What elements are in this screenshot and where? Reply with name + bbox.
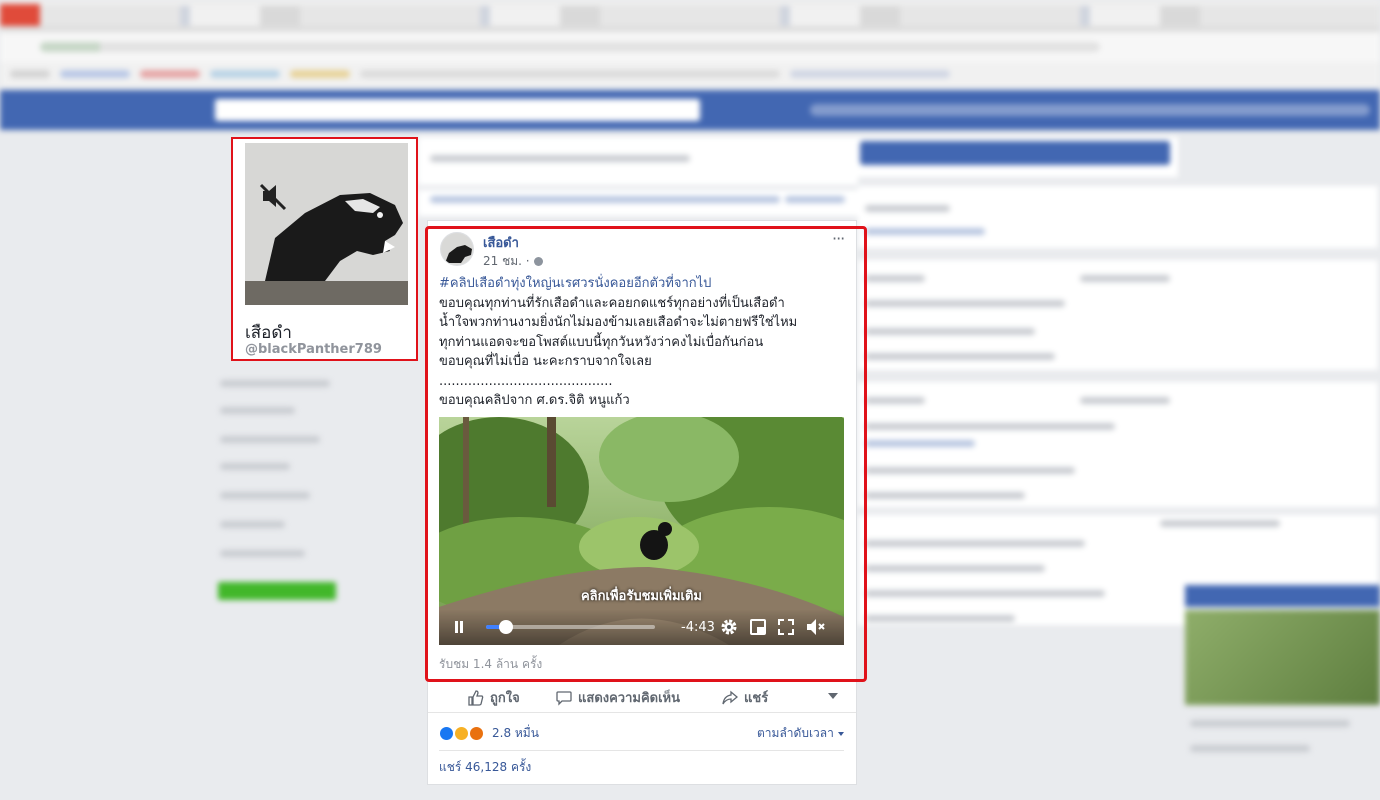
share-button[interactable]: แชร์ <box>722 687 768 708</box>
post-time[interactable]: 21 ชม. · <box>483 252 530 271</box>
post-author[interactable]: เสือดำ <box>483 232 519 253</box>
post-divider: ........................................… <box>439 373 613 389</box>
video-caption[interactable]: คลิกเพื่อรับชมเพิ่มเติม <box>439 585 844 606</box>
reaction-count: 2.8 หมื่น <box>492 726 539 740</box>
post-text: #คลิปเสือดำทุ่งใหญ่นเรศวรนั่งคอยอีกตัวที… <box>439 274 849 411</box>
browser-address-bar <box>0 32 1380 62</box>
comment-sort-dropdown[interactable]: ตามลำดับเวลา <box>757 724 844 743</box>
more-options-button[interactable]: ··· <box>832 229 845 248</box>
comment-label: แสดงความคิดเห็น <box>578 691 681 706</box>
chevron-down-icon[interactable] <box>828 693 838 699</box>
post-hashtag[interactable]: #คลิปเสือดำทุ่งใหญ่นเรศวรนั่งคอยอีกตัวที… <box>439 274 849 294</box>
video-player[interactable]: คลิกเพื่อรับชมเพิ่มเติม -4:43 <box>439 417 844 645</box>
angry-reaction-icon <box>469 726 484 741</box>
like-button[interactable]: ถูกใจ <box>468 687 520 708</box>
fullscreen-icon[interactable] <box>778 619 794 635</box>
volume-muted-icon[interactable] <box>806 618 826 636</box>
like-reaction-icon <box>439 726 454 741</box>
browser-bookmarks-bar <box>0 62 1380 88</box>
video-time-remaining: -4:43 <box>681 620 715 635</box>
post-line: ขอบคุณทุกท่านที่รักเสือดำและคอยกดแชร์ทุก… <box>439 295 785 311</box>
comment-button[interactable]: แสดงความคิดเห็น <box>556 687 680 708</box>
reactions-summary[interactable]: 2.8 หมื่น <box>439 724 539 743</box>
gear-icon[interactable] <box>720 618 738 636</box>
post-line: ขอบคุณที่ไม่เบื่อ นะคะกราบจากใจเลย <box>439 354 652 369</box>
video-progress-handle[interactable] <box>499 620 514 634</box>
pause-icon[interactable] <box>453 621 465 633</box>
divider <box>439 750 844 751</box>
picture-in-picture-icon[interactable] <box>750 619 766 635</box>
avatar[interactable] <box>440 232 474 266</box>
post-credit: ขอบคุณคลิปจาก ศ.ดร.จิติ หนูแก้ว <box>439 393 630 408</box>
sad-reaction-icon <box>454 726 469 741</box>
share-icon <box>722 690 738 704</box>
post-actions: ถูกใจ แสดงความคิดเห็น แชร์ <box>428 683 856 713</box>
like-label: ถูกใจ <box>490 691 520 706</box>
video-controls: -4:43 <box>439 609 844 645</box>
thumbs-up-icon <box>468 689 484 706</box>
comment-icon <box>556 690 572 706</box>
profile-photo[interactable] <box>245 143 408 305</box>
share-count[interactable]: แชร์ 46,128 ครั้ง <box>439 758 531 777</box>
video-progress-bar[interactable] <box>486 620 655 634</box>
view-count: รับชม 1.4 ล้าน ครั้ง <box>439 657 543 671</box>
post-meta: 21 ชม. · <box>483 252 543 271</box>
site-header <box>0 90 1380 130</box>
post-line: ทุกท่านแอดจะขอโพสต์แบบนี้ทุกวันหวังว่าคง… <box>439 334 764 350</box>
globe-icon <box>533 257 543 266</box>
profile-handle[interactable]: @blackPanther789 <box>245 342 382 357</box>
browser-tab-strip <box>0 0 1380 32</box>
post-line: น้ำใจพวกท่านงามยิ่งนักไม่มองข้ามเลยเสือด… <box>439 315 798 330</box>
profile-card: เสือดำ @blackPanther789 <box>231 137 418 361</box>
share-label: แชร์ <box>744 691 769 706</box>
